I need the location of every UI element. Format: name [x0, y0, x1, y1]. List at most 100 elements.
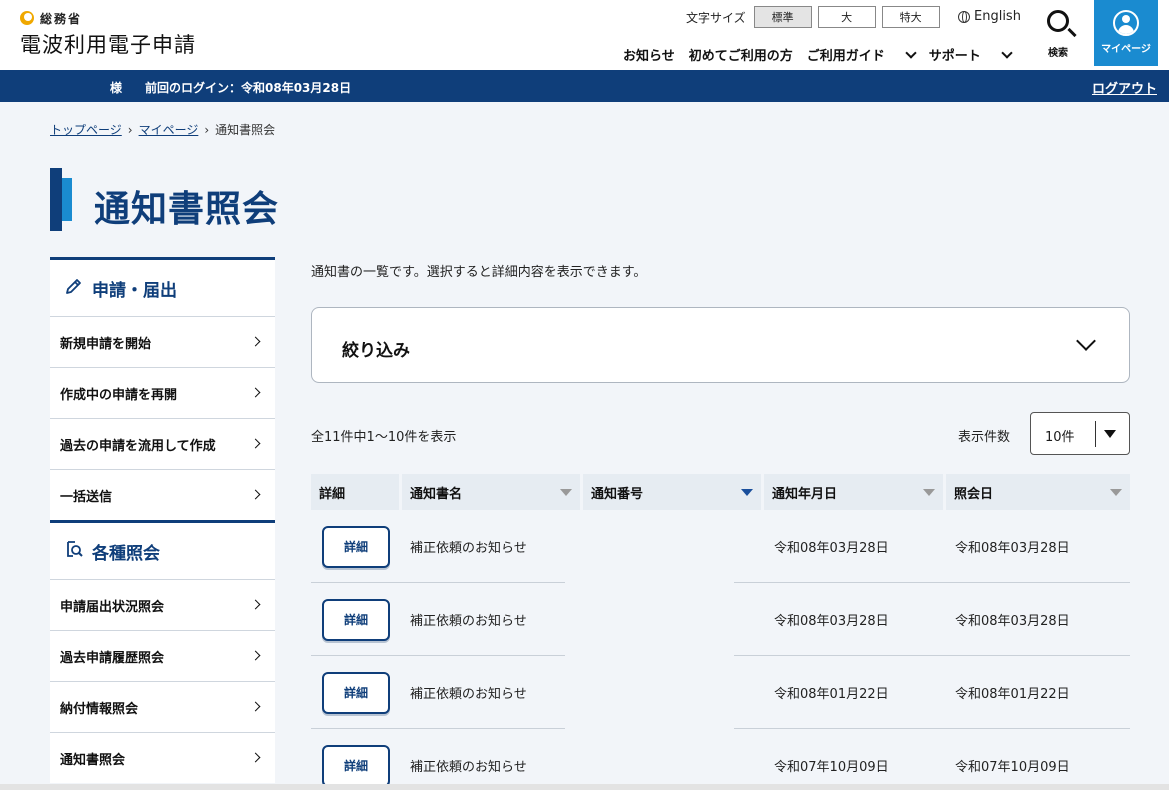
detail-button[interactable]: 詳細 [322, 525, 390, 568]
notices-table: 詳細 通知書名 通知番号 通知年月日 照会日 詳細 補正依頼のお知らせ 令和08… [311, 474, 1130, 790]
breadcrumb-current: 通知書照会 [215, 123, 276, 137]
sidebar-item-status[interactable]: 申請届出状況照会 [50, 579, 275, 630]
table-cell-detail: 詳細 [322, 583, 390, 656]
font-size-switcher: 文字サイズ 標準 大 特大 [686, 6, 946, 28]
site-brand[interactable]: 総務省 電波利用電子申請 [20, 10, 196, 59]
sidebar-item-reuse-past[interactable]: 過去の申請を流用して作成 [50, 418, 275, 469]
per-page-select[interactable]: 10件 [1030, 412, 1130, 455]
site-header: 総務省 電波利用電子申請 文字サイズ 標準 大 特大 English お知らせ … [0, 0, 1169, 70]
sidebar-item-label: 作成中の申請を再開 [60, 387, 178, 403]
detail-button[interactable]: 詳細 [322, 671, 390, 714]
column-notice-name[interactable]: 通知書名 [402, 474, 580, 510]
sort-icon [560, 489, 572, 496]
breadcrumb-top[interactable]: トップページ [50, 121, 122, 138]
detail-button[interactable]: 詳細 [322, 598, 390, 641]
sidebar-item-label: 新規申請を開始 [60, 336, 152, 352]
sidebar-item-label: 通知書照会 [60, 752, 126, 768]
logout-link[interactable]: ログアウト [1092, 78, 1157, 97]
table-cell-date: 令和08年01月22日 [774, 687, 889, 702]
sidebar-item-history[interactable]: 過去申請履歴照会 [50, 630, 275, 681]
user-honorific: 様 [110, 81, 123, 95]
sidebar-section-title: 各種照会 [92, 543, 160, 564]
user-bar: 様 前回のログイン：令和08年03月28日 ログアウト [0, 70, 1169, 102]
select-divider [1095, 421, 1096, 447]
ministry-label: 総務省 [20, 10, 196, 27]
ministry-logo-icon [20, 10, 36, 27]
sidebar-item-label: 納付情報照会 [60, 701, 139, 717]
caret-down-icon [1104, 430, 1116, 438]
table-cell-detail: 詳細 [322, 510, 390, 583]
table-cell-date: 令和08年03月28日 [774, 541, 889, 556]
document-search-icon [64, 539, 84, 564]
table-row: 詳細 補正依頼のお知らせ 令和07年10月09日 令和07年10月09日 [311, 729, 1130, 790]
sidebar-section-application: 申請・届出 [50, 257, 275, 316]
sidebar-item-payment[interactable]: 納付情報照会 [50, 681, 275, 732]
page-title: 通知書照会 [94, 189, 280, 230]
font-size-label: 文字サイズ [686, 10, 746, 25]
sidebar-item-new-application[interactable]: 新規申請を開始 [50, 316, 275, 367]
mypage-button[interactable]: マイページ [1094, 0, 1158, 66]
search-label: 検索 [1048, 48, 1068, 59]
font-size-large-button[interactable]: 大 [817, 6, 876, 28]
sidebar-item-label: 申請届出状況照会 [60, 599, 165, 615]
horizontal-scrollbar[interactable] [0, 784, 1169, 790]
column-detail: 詳細 [311, 474, 399, 510]
pencil-icon [64, 276, 84, 301]
search-button[interactable]: 検索 [1036, 8, 1080, 64]
sidebar-item-bulk-send[interactable]: 一括送信 [50, 469, 275, 520]
table-cell-viewed: 令和07年10月09日 [955, 760, 1070, 775]
sidebar-item-label: 過去申請履歴照会 [60, 650, 165, 666]
nav-guide[interactable]: ご利用ガイド [806, 45, 917, 64]
sidebar-item-label: 一括送信 [60, 489, 113, 505]
table-cell-date: 令和07年10月09日 [774, 760, 889, 775]
mypage-label: マイページ [1101, 44, 1151, 55]
column-label: 通知年月日 [772, 486, 838, 502]
column-viewed-date[interactable]: 照会日 [946, 474, 1130, 510]
column-notice-number[interactable]: 通知番号 [583, 474, 761, 510]
chevron-right-icon [250, 599, 261, 610]
chevron-right-icon: › [127, 122, 133, 137]
user-icon [1113, 10, 1139, 36]
table-header: 詳細 通知書名 通知番号 通知年月日 照会日 [311, 474, 1130, 510]
table-row: 詳細 補正依頼のお知らせ 令和08年03月28日 令和08年03月28日 [311, 583, 1130, 656]
sidebar-item-resume-draft[interactable]: 作成中の申請を再開 [50, 367, 275, 418]
chevron-right-icon [250, 701, 261, 712]
sidebar-item-notices[interactable]: 通知書照会 [50, 732, 275, 783]
nav-first-time[interactable]: 初めてご利用の方 [689, 45, 793, 64]
chevron-right-icon: › [204, 122, 210, 137]
breadcrumb-mypage[interactable]: マイページ [139, 121, 199, 138]
nav-support-label: サポート [928, 49, 981, 64]
font-size-standard-button[interactable]: 標準 [753, 6, 812, 28]
chevron-down-icon [1001, 46, 1013, 59]
chevron-right-icon [250, 387, 261, 398]
table-row: 詳細 補正依頼のお知らせ 令和08年01月22日 令和08年01月22日 [311, 656, 1130, 729]
sort-icon [1110, 489, 1122, 496]
sidebar-item-label: 過去の申請を流用して作成 [60, 438, 216, 454]
table-cell-name: 補正依頼のお知らせ [410, 614, 527, 629]
chevron-down-icon [1076, 331, 1096, 351]
intro-text: 通知書の一覧です。選択すると詳細内容を表示できます。 [311, 265, 647, 280]
chevron-right-icon [250, 489, 261, 500]
chevron-right-icon [250, 650, 261, 661]
nav-news[interactable]: お知らせ [623, 45, 675, 64]
table-cell-name: 補正依頼のお知らせ [410, 687, 527, 702]
table-cell-detail: 詳細 [322, 656, 390, 729]
table-cell-detail: 詳細 [322, 729, 390, 790]
sidebar-section-inquiry: 各種照会 [50, 520, 275, 579]
font-size-xlarge-button[interactable]: 特大 [881, 6, 940, 28]
column-notice-date[interactable]: 通知年月日 [764, 474, 943, 510]
table-cell-viewed: 令和08年01月22日 [955, 687, 1070, 702]
sort-icon [923, 489, 935, 496]
detail-button[interactable]: 詳細 [322, 744, 390, 787]
chevron-down-icon [905, 46, 917, 59]
nav-support[interactable]: サポート [928, 45, 1013, 64]
last-login: 前回のログイン：令和08年03月28日 [145, 81, 352, 95]
chevron-right-icon [250, 752, 261, 763]
language-switch[interactable]: English [958, 9, 1021, 24]
chevron-right-icon [250, 336, 261, 347]
chevron-right-icon [250, 438, 261, 449]
globe-icon [958, 10, 970, 23]
filter-accordion[interactable]: 絞り込み [311, 307, 1130, 383]
table-cell-name: 補正依頼のお知らせ [410, 760, 527, 775]
nav-guide-label: ご利用ガイド [806, 49, 885, 64]
